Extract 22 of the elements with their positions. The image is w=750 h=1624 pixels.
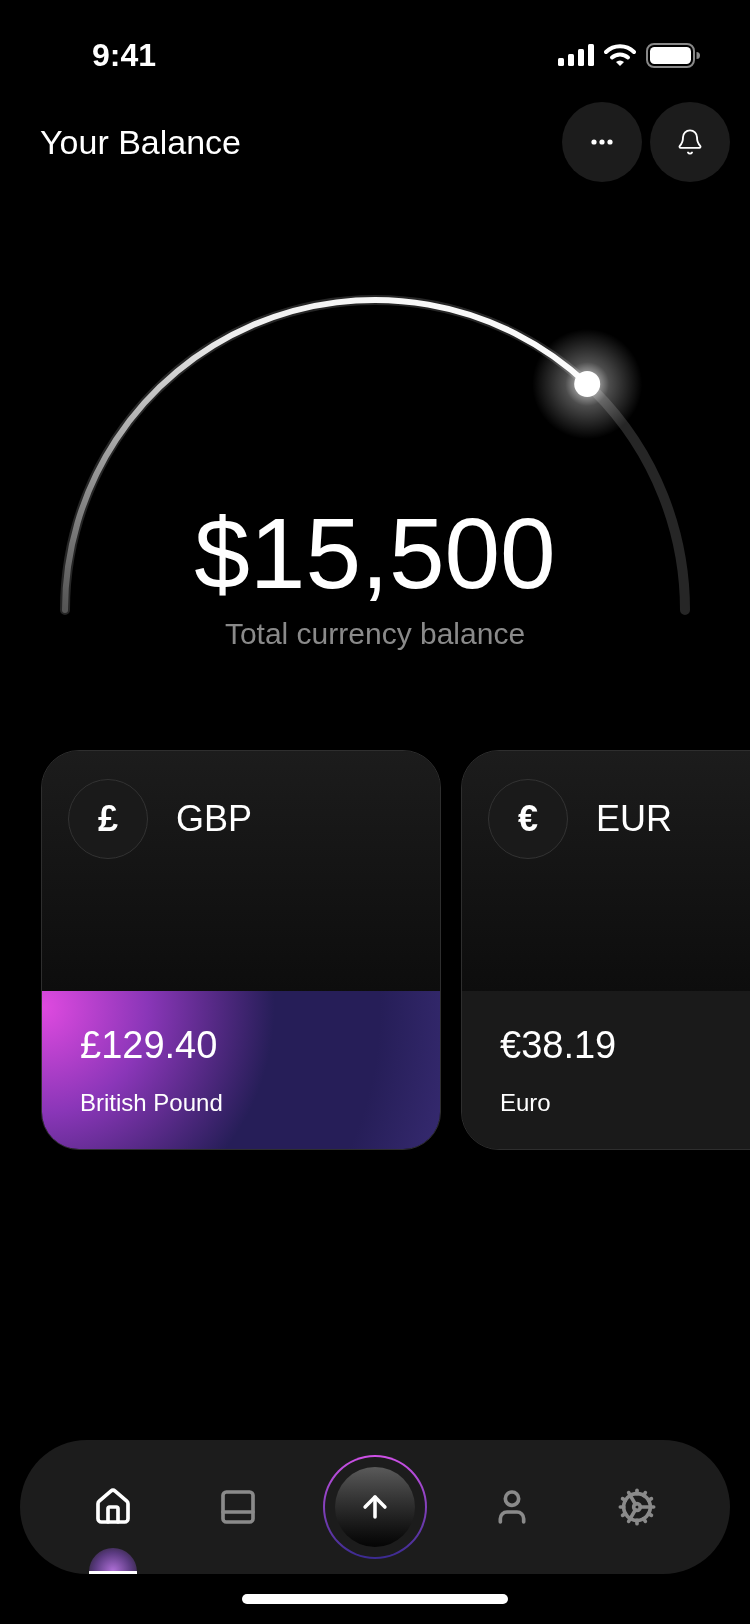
wifi-icon [604, 43, 636, 67]
currency-amount: £129.40 [80, 1023, 219, 1068]
currency-code: GBP [176, 797, 253, 841]
settings-icon [617, 1487, 658, 1527]
signal-icon [558, 44, 594, 66]
currency-name: Euro [500, 1088, 552, 1118]
currency-card[interactable]: € EUR €38.19 Euro [461, 750, 750, 1150]
more-icon [591, 139, 613, 145]
currency-name: British Pound [80, 1088, 224, 1118]
currency-symbol-icon: € [488, 779, 568, 859]
currency-symbol-icon: £ [68, 779, 148, 859]
currency-code: EUR [596, 797, 672, 841]
active-indicator [88, 1548, 137, 1574]
balance-caption: Total currency balance [224, 616, 526, 652]
status-time: 9:41 [92, 36, 157, 75]
battery-icon [646, 42, 700, 68]
currency-amount: €38.19 [500, 1023, 618, 1068]
currency-card[interactable]: £ GBP £129.40 British Pound [41, 750, 441, 1150]
balance-amount: $15,500 [194, 498, 556, 608]
page-title: Your Balance [40, 121, 241, 163]
bell-icon [676, 128, 704, 156]
gauge-knob[interactable] [574, 371, 601, 397]
